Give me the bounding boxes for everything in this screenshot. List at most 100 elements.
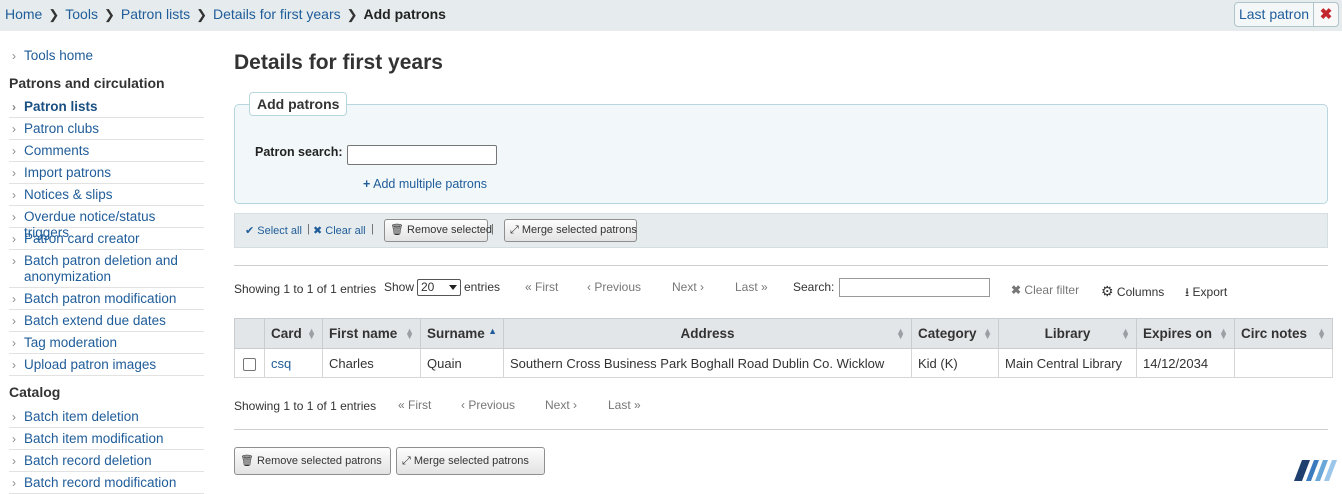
remove-selected-patrons-button[interactable]: 🗑 Remove selected patrons	[234, 447, 391, 475]
clear-all-link[interactable]: ✖ Clear all	[313, 224, 366, 237]
export-label: Export	[1192, 285, 1228, 299]
circ-notes-cell	[1234, 348, 1333, 378]
breadcrumb-current: Add patrons	[363, 6, 446, 22]
patron-search-input[interactable]	[347, 145, 497, 165]
close-icon[interactable]: ✖	[1313, 2, 1339, 27]
divider	[234, 265, 1328, 266]
sort-icon: ▲ ▼	[307, 326, 316, 341]
columns-button[interactable]: ⚙ Columns	[1101, 283, 1164, 300]
sidebar-item-patron-lists[interactable]: Patron lists	[9, 99, 204, 118]
sidebar-item-patron-clubs[interactable]: Patron clubs	[9, 121, 204, 140]
add-multiple-label: Add multiple patrons	[373, 177, 488, 191]
column-circ-notes[interactable]: Circ notes ▲ ▼	[1234, 318, 1333, 349]
column-label: Library	[1044, 326, 1091, 341]
select-all-label: Select all	[257, 225, 302, 237]
column-label: Card	[271, 326, 302, 341]
toolbar-divider: |	[371, 223, 374, 235]
select-all-link[interactable]: ✔ Select all	[245, 224, 302, 237]
download-icon: ⭳	[1185, 285, 1190, 299]
column-address[interactable]: Address ▲ ▼	[503, 318, 912, 349]
column-category[interactable]: Category ▲ ▼	[911, 318, 999, 349]
pagination-previous-bottom[interactable]: ‹ Previous	[461, 398, 515, 412]
koha-logo-icon	[1294, 460, 1337, 481]
columns-label: Columns	[1116, 285, 1165, 299]
merge-selected-button[interactable]: ⤢ Merge selected patrons	[504, 219, 637, 242]
sidebar-item-extend-due-dates[interactable]: Batch extend due dates	[9, 313, 204, 332]
sort-icon: ▲ ▼	[1121, 326, 1130, 341]
sidebar-item-import-patrons[interactable]: Import patrons	[9, 165, 204, 184]
export-button[interactable]: ⭳ Export	[1185, 283, 1227, 304]
sidebar-item-comments[interactable]: Comments	[9, 143, 204, 162]
add-multiple-patrons-link[interactable]: + Add multiple patrons	[363, 177, 487, 191]
merge-selected-patrons-button[interactable]: ⤢ Merge selected patrons	[396, 447, 545, 475]
sidebar-item-notices[interactable]: Notices & slips	[9, 187, 204, 206]
clear-filter-label: Clear filter	[1024, 283, 1080, 297]
library-cell: Main Central Library	[998, 348, 1137, 378]
pagination-last[interactable]: Last »	[735, 280, 768, 294]
column-first-name[interactable]: First name ▲ ▼	[322, 318, 421, 349]
pagination-last-bottom[interactable]: Last »	[608, 398, 641, 412]
clear-all-label: Clear all	[325, 225, 366, 237]
last-patron-button[interactable]: Last patron	[1234, 2, 1314, 27]
card-link[interactable]: csq	[271, 356, 291, 371]
row-checkbox[interactable]	[243, 357, 256, 371]
sidebar-item-batch-item-deletion[interactable]: Batch item deletion	[9, 409, 204, 428]
trash-icon: 🗑	[240, 455, 254, 467]
remove-selected-patrons-label: Remove selected patrons	[257, 455, 382, 467]
sidebar-item-batch-record-modification[interactable]: Batch record modification	[9, 475, 204, 494]
remove-selected-button[interactable]: 🗑 Remove selected	[384, 219, 492, 242]
sort-icon: ▲ ▼	[1317, 326, 1326, 341]
toolbar-divider: |	[491, 223, 494, 235]
trash-icon: 🗑	[390, 224, 404, 236]
column-label: Category	[918, 326, 977, 341]
sidebar-item-batch-record-deletion[interactable]: Batch record deletion	[9, 453, 204, 472]
breadcrumb-tools[interactable]: Tools	[65, 6, 98, 22]
pagination-next[interactable]: Next ›	[672, 280, 704, 294]
pagination-first[interactable]: « First	[525, 280, 558, 294]
table-header-row: Card ▲ ▼ First name ▲ ▼ Surname ▲ Address ▲ ▼ C…	[234, 318, 1333, 349]
sidebar-item-overdue-triggers[interactable]: Overdue notice/status triggers	[9, 209, 204, 240]
page-length-select[interactable]: 20	[417, 279, 461, 296]
breadcrumb: Home ❯ Tools ❯ Patron lists ❯ Details for firs…	[5, 6, 446, 23]
patron-search-label: Patron search:	[255, 145, 343, 159]
pagination-previous[interactable]: ‹ Previous	[587, 280, 641, 294]
sort-asc-icon: ▲	[488, 326, 497, 336]
sidebar-item-tools-home[interactable]: Tools home	[9, 48, 204, 64]
column-label: Expires on	[1143, 326, 1213, 341]
sidebar-item-card-creator[interactable]: Patron card creator	[9, 231, 204, 250]
x-icon: ✖	[313, 225, 323, 237]
breadcrumb-patron-lists[interactable]: Patron lists	[121, 6, 190, 22]
koha-logo	[1292, 458, 1342, 481]
column-card[interactable]: Card ▲ ▼	[264, 318, 323, 349]
chevron-right-icon: ❯	[346, 7, 358, 22]
sidebar-item-batch-modification[interactable]: Batch patron modification	[9, 291, 204, 310]
clear-filter-button[interactable]: ✖ Clear filter	[1011, 283, 1079, 297]
sidebar-item-tag-moderation[interactable]: Tag moderation	[9, 335, 204, 354]
expires-on-cell: 14/12/2034	[1136, 348, 1235, 378]
compress-icon: ⤢	[402, 455, 411, 467]
plus-icon: +	[363, 177, 371, 191]
breadcrumb-bar: Home ❯ Tools ❯ Patron lists ❯ Details for firs…	[0, 0, 1342, 31]
table-search-input[interactable]	[839, 278, 990, 297]
show-label: Show	[384, 280, 415, 294]
merge-selected-label: Merge selected patrons	[521, 224, 637, 236]
category-cell: Kid (K)	[911, 348, 999, 378]
column-label: Surname	[427, 326, 485, 341]
column-label: First name	[329, 326, 398, 341]
breadcrumb-home[interactable]: Home	[5, 6, 42, 22]
column-surname[interactable]: Surname ▲	[420, 318, 504, 349]
breadcrumb-list-details[interactable]: Details for first years	[213, 6, 341, 22]
pagination-next-bottom[interactable]: Next ›	[545, 398, 577, 412]
column-label: Address	[680, 326, 735, 341]
merge-selected-patrons-label: Merge selected patrons	[413, 455, 529, 467]
column-library[interactable]: Library ▲ ▼	[998, 318, 1137, 349]
divider	[234, 429, 1328, 430]
pagination-first-bottom[interactable]: « First	[398, 398, 431, 412]
sidebar-item-batch-item-modification[interactable]: Batch item modification	[9, 431, 204, 450]
remove-selected-label: Remove selected	[407, 224, 493, 236]
sidebar-item-batch-deletion[interactable]: Batch patron deletion and anonymization	[9, 253, 204, 288]
page-title: Details for first years	[234, 51, 443, 74]
sidebar-item-upload-images[interactable]: Upload patron images	[9, 357, 204, 376]
table-row: csq Charles Quain Southern Cross Busines…	[234, 348, 1333, 378]
column-expires-on[interactable]: Expires on ▲ ▼	[1136, 318, 1235, 349]
